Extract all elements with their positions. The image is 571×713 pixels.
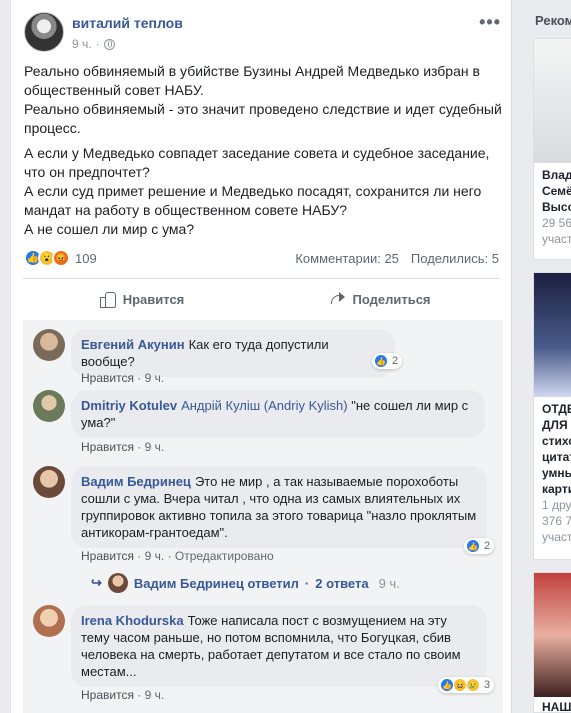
reactions-count[interactable]: 109: [75, 251, 97, 266]
card-sub-line: 376 7: [542, 514, 571, 528]
commenter-avatar[interactable]: [33, 605, 65, 637]
post-paragraph: Реально обвиняемый в убийстве Бузины Анд…: [24, 63, 502, 136]
post-card: виталий теплов 9 ч. · ••• Реально обвиня…: [10, 0, 512, 713]
commenter-name[interactable]: Евгений Акунин: [81, 337, 185, 352]
comment-reactions[interactable]: 👍 😆 😢 3: [438, 677, 495, 693]
card-sub-line: участ: [542, 232, 571, 246]
comment-like-link[interactable]: Нравится: [81, 371, 134, 385]
view-replies[interactable]: ↪ Вадим Бедринец ответил · 2 ответа 9 ч.: [91, 573, 400, 593]
sad-reaction-icon: 😢: [466, 678, 480, 692]
commenter-avatar[interactable]: [33, 329, 65, 361]
card-image[interactable]: [534, 39, 571, 163]
comment-meta: Нравится · 9 ч. · Отредактировано: [81, 549, 274, 563]
comment-like-link[interactable]: Нравится: [81, 440, 134, 454]
post-time[interactable]: 9 ч.: [72, 37, 92, 51]
card-title-line[interactable]: НАШ: [542, 699, 571, 712]
recommendation-card[interactable]: НАШ: [533, 572, 571, 713]
recommendations-sidebar: Реком Влад Семё Высо 29 56 участ ОТДЕ ДЛ…: [522, 0, 571, 713]
comments-count[interactable]: Комментарии: 25: [295, 251, 399, 266]
card-image[interactable]: [534, 273, 571, 397]
comment-time[interactable]: 9 ч.: [145, 371, 165, 385]
comments-section: Евгений Акунин Как его туда допустили воо…: [23, 320, 503, 713]
card-title-line[interactable]: ДЛЯ: [542, 417, 571, 433]
like-label: Нравится: [122, 291, 185, 307]
commenter-name[interactable]: Irena Khodurska: [81, 613, 184, 628]
card-title-line[interactable]: умны: [542, 465, 571, 481]
commenter-avatar[interactable]: [33, 466, 65, 498]
card-title-line[interactable]: цитат: [542, 449, 571, 465]
card-title-line[interactable]: Семё: [542, 183, 571, 199]
card-title-line[interactable]: Высо: [542, 199, 571, 215]
globe-icon[interactable]: [103, 38, 115, 50]
comment-reactions[interactable]: 👍 2: [464, 538, 495, 554]
comment-reaction-count: 2: [484, 540, 491, 552]
recommendation-card[interactable]: ОТДЕ ДЛЯ стихо цитат умны карти 1 дру 37…: [533, 272, 571, 560]
comment-time[interactable]: 9 ч.: [145, 688, 165, 702]
divider: [23, 278, 499, 279]
card-sub-line: участ: [542, 530, 571, 544]
card-title-line[interactable]: ОТДЕ: [542, 401, 571, 417]
commenter-name[interactable]: Вадим Бедринец: [81, 474, 191, 489]
reply-time: 9 ч.: [378, 575, 400, 591]
shares-count[interactable]: Поделились: 5: [411, 251, 499, 266]
comment-time[interactable]: 9 ч.: [145, 440, 165, 454]
sidebar-title: Реком: [535, 13, 571, 28]
comment-like-link[interactable]: Нравится: [81, 549, 134, 563]
like-button[interactable]: Нравится: [23, 280, 261, 318]
post-author[interactable]: виталий теплов: [72, 15, 183, 31]
haha-reaction-icon: 😆: [453, 678, 467, 692]
post-stats: 👍 😮 😡 109 Комментарии: 25 Поделились: 5: [24, 246, 499, 270]
author-avatar[interactable]: [24, 12, 64, 52]
more-options-icon[interactable]: •••: [479, 12, 501, 33]
like-reaction-icon: 👍: [440, 678, 454, 692]
card-title-line[interactable]: карти: [542, 481, 571, 497]
post-text: Реально обвиняемый в убийстве Бузины Анд…: [24, 62, 504, 245]
reactions-summary[interactable]: 👍 😮 😡 109: [24, 249, 97, 267]
edited-label[interactable]: Отредактировано: [175, 549, 274, 563]
tagged-user[interactable]: Андрій Куліш (Andriy Kylish): [181, 398, 348, 413]
comment-bubble: Евгений Акунин Как его туда допустили воо…: [71, 329, 395, 377]
share-label: Поделиться: [352, 291, 431, 307]
commenter-name[interactable]: Dmitriy Kotulev: [81, 398, 177, 413]
comment-time[interactable]: 9 ч.: [145, 549, 165, 563]
comment-meta: Нравится · 9 ч.: [81, 688, 165, 702]
comment-reactions[interactable]: 👍 2: [372, 353, 403, 369]
comment-reaction-count: 3: [484, 679, 491, 691]
post-actions: Нравится Поделиться: [23, 280, 499, 318]
angry-reaction-icon: 😡: [52, 249, 70, 267]
thumbs-up-icon: [99, 291, 116, 308]
card-sub-line: 1 дру: [542, 498, 571, 512]
share-button[interactable]: Поделиться: [261, 280, 499, 318]
comment-meta: Нравится · 9 ч.: [81, 440, 165, 454]
post-meta: 9 ч. ·: [72, 37, 115, 51]
comment-reaction-count: 2: [392, 355, 399, 367]
like-reaction-icon: 👍: [374, 354, 388, 368]
comment-bubble: Irena Khodurska Тоже написала пост с возм…: [71, 605, 487, 687]
card-title-line[interactable]: Влад: [542, 167, 571, 183]
reply-arrow-icon: ↪: [91, 575, 102, 590]
card-sub-line: 29 56: [542, 216, 571, 230]
commenter-avatar[interactable]: [33, 390, 65, 422]
reply-label[interactable]: Вадим Бедринец ответил: [134, 576, 299, 591]
post-paragraph: А если у Медведько совпадет заседание со…: [24, 145, 490, 237]
share-icon: [329, 292, 346, 306]
comment-bubble: Dmitriy Kotulev Андрій Куліш (Andriy Kyli…: [71, 390, 485, 438]
like-reaction-icon: 👍: [466, 539, 480, 553]
comment-like-link[interactable]: Нравится: [81, 688, 134, 702]
comment-meta: Нравится · 9 ч.: [81, 371, 165, 385]
card-title-line[interactable]: стихо: [542, 433, 571, 449]
recommendation-card[interactable]: Влад Семё Высо 29 56 участ: [533, 38, 571, 260]
reply-count[interactable]: 2 ответа: [315, 576, 368, 591]
reply-avatar: [107, 573, 128, 593]
post-header: виталий теплов 9 ч. · •••: [24, 12, 501, 56]
comment-bubble: Вадим Бедринец Это не мир , а так называе…: [71, 466, 487, 548]
card-image[interactable]: [534, 573, 571, 697]
